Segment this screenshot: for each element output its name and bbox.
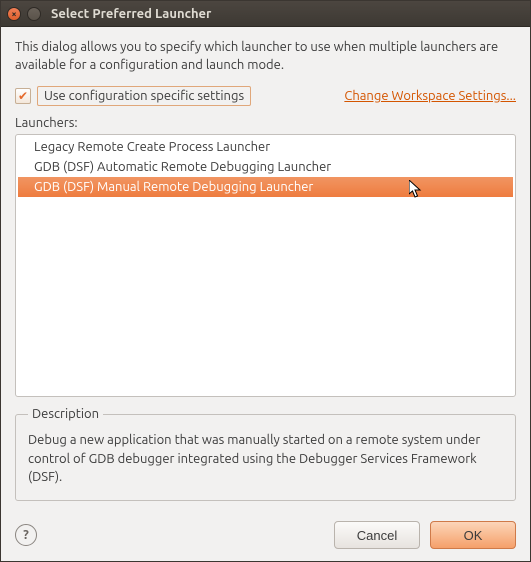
minimize-icon[interactable] <box>27 7 41 21</box>
launchers-list[interactable]: Legacy Remote Create Process Launcher GD… <box>15 134 516 397</box>
config-row: ✔ Use configuration specific settings Ch… <box>15 86 516 106</box>
use-config-label[interactable]: Use configuration specific settings <box>37 86 251 106</box>
change-workspace-link[interactable]: Change Workspace Settings... <box>344 89 516 103</box>
dialog-content: This dialog allows you to specify which … <box>1 27 530 513</box>
intro-text: This dialog allows you to specify which … <box>15 39 516 74</box>
help-icon[interactable]: ? <box>15 524 37 546</box>
description-group: Description Debug a new application that… <box>15 407 516 501</box>
dialog-window: × Select Preferred Launcher This dialog … <box>0 0 531 562</box>
checkmark-icon: ✔ <box>18 89 28 103</box>
list-item[interactable]: Legacy Remote Create Process Launcher <box>18 137 513 157</box>
cancel-button[interactable]: Cancel <box>334 521 420 549</box>
titlebar[interactable]: × Select Preferred Launcher <box>1 1 530 27</box>
launchers-label: Launchers: <box>15 116 516 130</box>
window-title: Select Preferred Launcher <box>51 7 211 21</box>
description-title: Description <box>28 407 103 421</box>
list-item[interactable]: GDB (DSF) Manual Remote Debugging Launch… <box>18 177 513 197</box>
list-item[interactable]: GDB (DSF) Automatic Remote Debugging Lau… <box>18 157 513 177</box>
launchers-list-wrap: Legacy Remote Create Process Launcher GD… <box>15 134 516 397</box>
use-config-checkbox[interactable]: ✔ <box>15 88 31 104</box>
window-controls: × <box>7 7 41 21</box>
close-icon[interactable]: × <box>7 7 21 21</box>
description-text: Debug a new application that was manuall… <box>28 431 503 486</box>
ok-button[interactable]: OK <box>430 521 516 549</box>
button-row: ? Cancel OK <box>1 513 530 561</box>
